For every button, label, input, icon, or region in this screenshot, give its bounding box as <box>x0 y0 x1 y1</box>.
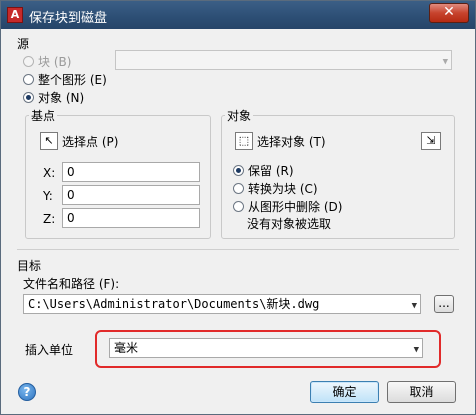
chevron-down-icon: ▼ <box>442 57 448 67</box>
radio-delete-label: 从图形中删除 (D) <box>248 200 343 214</box>
save-block-dialog: A 保存块到磁盘 ✕ 源 块 (B) ▼ 整个图形 (E) 对象 (N) 基点 … <box>0 0 476 415</box>
radio-objects[interactable]: 对象 (N) <box>23 89 84 106</box>
y-input[interactable]: 0 <box>62 185 200 205</box>
radio-whole-drawing[interactable]: 整个图形 (E) <box>23 71 107 88</box>
title-bar: A 保存块到磁盘 ✕ <box>1 1 475 29</box>
quick-select-icon[interactable]: ⇲ <box>421 132 441 150</box>
z-input[interactable]: 0 <box>62 208 200 228</box>
radio-retain[interactable]: 保留 (R) <box>233 162 294 179</box>
browse-button[interactable]: ... <box>434 295 454 313</box>
cancel-button[interactable]: 取消 <box>387 381 456 403</box>
radio-objects-label: 对象 (N) <box>38 91 85 105</box>
close-button[interactable]: ✕ <box>429 3 469 23</box>
units-value: 毫米 <box>114 341 139 355</box>
radio-convert-label: 转换为块 (C) <box>248 182 318 196</box>
x-label: X: <box>43 166 56 180</box>
radio-convert-circle <box>233 183 244 194</box>
select-objects-label[interactable]: 选择对象 (T) <box>257 133 326 150</box>
pick-point-label[interactable]: 选择点 (P) <box>62 133 118 150</box>
radio-objects-circle <box>23 92 34 103</box>
z-label: Z: <box>43 212 56 226</box>
radio-block-circle <box>23 56 34 67</box>
objects-status: 没有对象被选取 <box>247 217 332 231</box>
dialog-body: 源 块 (B) ▼ 整个图形 (E) 对象 (N) 基点 ↖ 选择点 (P) X… <box>9 29 467 404</box>
pick-point-icon[interactable]: ↖ <box>40 132 58 150</box>
source-heading: 源 <box>17 37 30 51</box>
radio-block[interactable]: 块 (B) <box>23 53 71 70</box>
app-icon: A <box>7 7 23 23</box>
select-objects-icon[interactable]: ⬚ <box>235 132 253 150</box>
insert-units-combo[interactable]: 毫米 ▼ <box>109 338 423 358</box>
units-label: 插入单位 <box>25 343 74 357</box>
basepoint-heading: 基点 <box>29 107 58 124</box>
radio-delete-circle <box>233 201 244 212</box>
ok-button[interactable]: 确定 <box>310 381 379 403</box>
chevron-down-icon: ▼ <box>411 301 417 311</box>
chevron-down-icon: ▼ <box>413 345 419 355</box>
radio-block-label: 块 (B) <box>38 55 72 69</box>
radio-retain-label: 保留 (R) <box>248 164 294 178</box>
y-label: Y: <box>43 189 53 203</box>
target-divider <box>17 249 459 250</box>
help-icon[interactable]: ? <box>18 383 36 401</box>
radio-retain-circle <box>233 165 244 176</box>
radio-whole-label: 整个图形 (E) <box>38 73 107 87</box>
radio-delete[interactable]: 从图形中删除 (D) <box>233 198 342 215</box>
path-combo[interactable]: C:\Users\Administrator\Documents\新块.dwg … <box>23 294 421 314</box>
x-input[interactable]: 0 <box>62 162 200 182</box>
radio-convert[interactable]: 转换为块 (C) <box>233 180 318 197</box>
block-name-combo[interactable]: ▼ <box>115 50 452 70</box>
objects-heading: 对象 <box>225 107 254 124</box>
path-label: 文件名和路径 (F): <box>23 277 120 291</box>
dialog-title: 保存块到磁盘 <box>29 11 108 26</box>
path-value: C:\Users\Administrator\Documents\新块.dwg <box>28 297 320 311</box>
target-heading: 目标 <box>17 259 42 273</box>
radio-whole-circle <box>23 74 34 85</box>
